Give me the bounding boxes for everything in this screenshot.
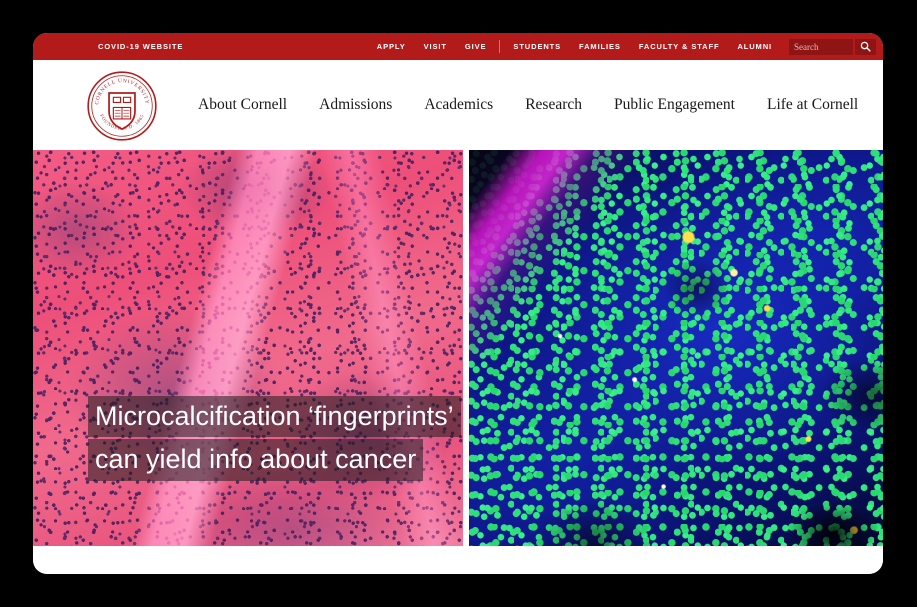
hero-headline-line-2: can yield info about cancer [88,439,424,481]
hero-image-right [469,150,883,546]
nav-item-research[interactable]: Research [525,96,582,114]
hero-headline-row-1: Microcalcification ‘fingerprints’ [88,396,461,438]
faculty-staff-link[interactable]: FACULTY & STAFF [630,33,729,60]
utility-bar: COVID-19 WEBSITE APPLY VISIT GIVE STUDEN… [33,33,883,60]
utility-bar-left: COVID-19 WEBSITE [89,33,192,60]
visit-link[interactable]: VISIT [415,33,456,60]
cornell-seal-logo[interactable]: CORNELL UNIVERSITY FOUNDED A.D. 1865 [86,70,158,142]
cornell-seal-icon: CORNELL UNIVERSITY FOUNDED A.D. 1865 [87,71,157,141]
page-footer-strip [33,546,883,574]
nav-item-about-cornell[interactable]: About Cornell [198,96,287,114]
histology-stroma-texture [33,150,463,546]
utility-bar-right: APPLY VISIT GIVE STUDENTS FAMILIES FACUL… [368,33,876,60]
hero-carousel: Microcalcification ‘fingerprints’ can yi… [33,150,883,546]
browser-window: COVID-19 WEBSITE APPLY VISIT GIVE STUDEN… [33,33,883,574]
search-input[interactable] [789,38,853,55]
hero-headline: Microcalcification ‘fingerprints’ can yi… [88,396,461,483]
hero-headline-line-1: Microcalcification ‘fingerprints’ [88,396,461,438]
give-link[interactable]: GIVE [456,33,496,60]
apply-link[interactable]: APPLY [368,33,415,60]
alumni-link[interactable]: ALUMNI [728,33,781,60]
main-navigation: CORNELL UNIVERSITY FOUNDED A.D. 1865 Abo [33,60,883,150]
covid-website-link[interactable]: COVID-19 WEBSITE [89,33,192,60]
fluorescence-dark-regions [469,150,883,546]
hero-image-left [33,150,463,546]
magnifier-icon [860,41,871,52]
main-nav-links: About Cornell Admissions Academics Resea… [198,60,873,150]
hero-headline-row-2: can yield info about cancer [88,439,461,481]
students-link[interactable]: STUDENTS [504,33,570,60]
nav-item-admissions[interactable]: Admissions [319,96,392,114]
nav-item-academics[interactable]: Academics [424,96,493,114]
nav-item-life-at-cornell[interactable]: Life at Cornell [767,96,858,114]
utility-bar-divider [499,40,501,53]
nav-item-public-engagement[interactable]: Public Engagement [614,96,735,114]
search-submit-button[interactable] [855,38,876,55]
svg-text:CORNELL UNIVERSITY: CORNELL UNIVERSITY [94,78,150,105]
families-link[interactable]: FAMILIES [570,33,630,60]
search-area [789,38,876,55]
